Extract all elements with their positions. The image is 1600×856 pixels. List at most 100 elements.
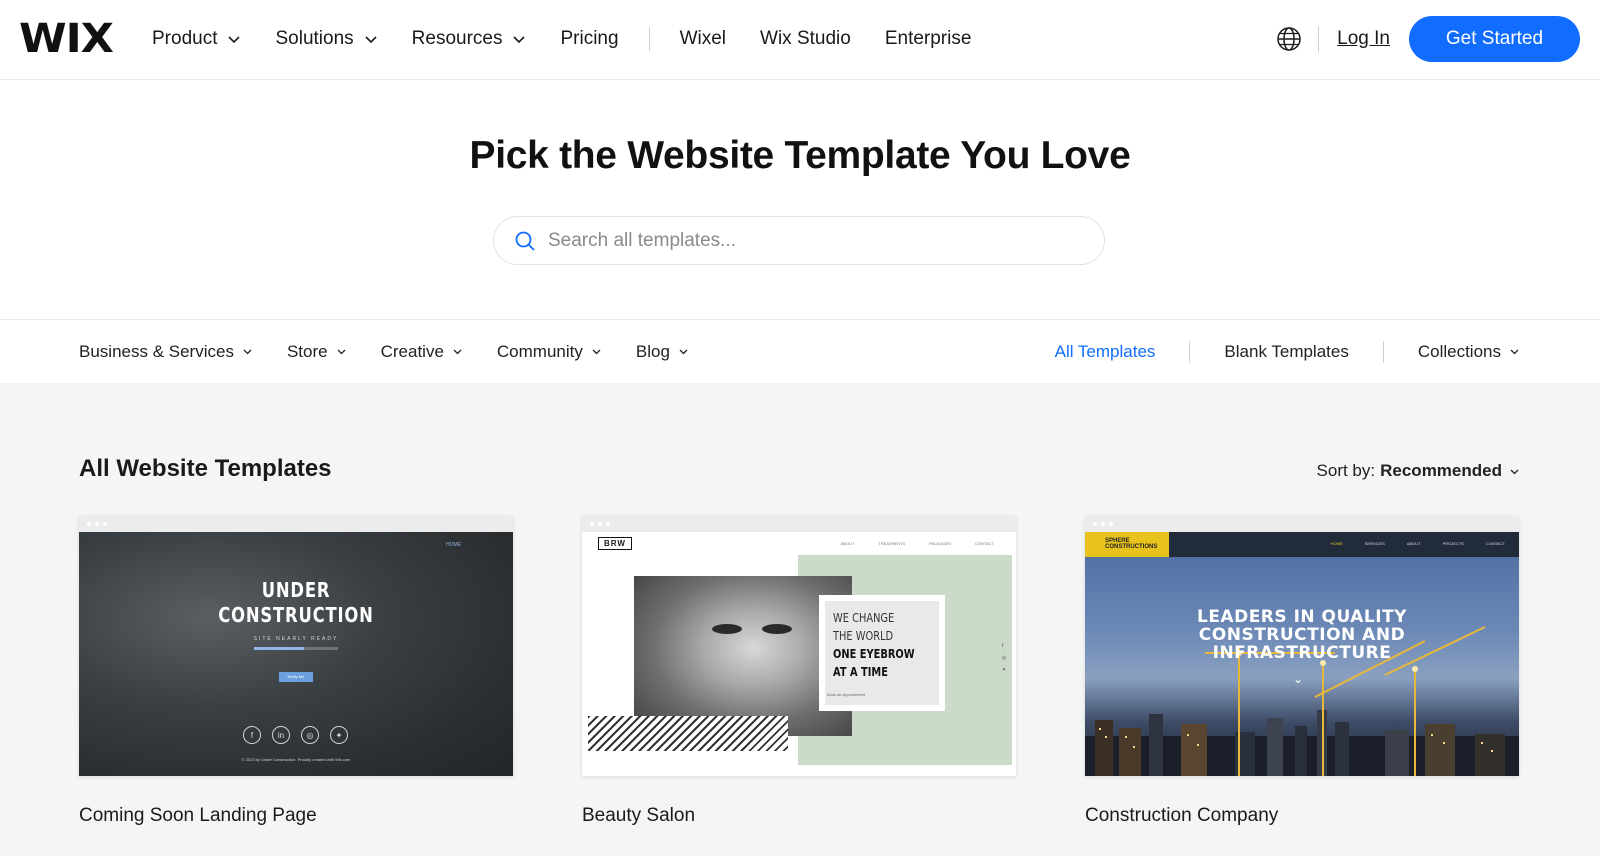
- template-thumbnail[interactable]: SPHERE CONSTRUCTIONS HOME SERVICES ABOUT…: [1085, 516, 1519, 776]
- preview-nav-item: ABOUT: [840, 541, 855, 546]
- preview-nav-item: PROJECTS: [1442, 541, 1464, 546]
- chevron-down-icon: [243, 349, 252, 355]
- category-community[interactable]: Community: [497, 342, 602, 362]
- template-card[interactable]: BRW ABOUT TREATMENTS PACKAGES CONTACT WE…: [582, 516, 1016, 827]
- category-label: Creative: [380, 341, 444, 361]
- preview-button: Notify Me: [279, 672, 313, 682]
- template-thumbnail[interactable]: HOME UNDER CONSTRUCTION SITE NEARLY READ…: [79, 516, 513, 776]
- get-started-button[interactable]: Get Started: [1409, 16, 1580, 62]
- instagram-icon: ◎: [301, 726, 319, 744]
- preview-nav-item: TREATMENTS: [878, 541, 906, 546]
- preview-nav: ABOUT TREATMENTS PACKAGES CONTACT: [817, 541, 994, 546]
- preview-title: LEADERS IN QUALITY CONSTRUCTION AND INFR…: [1085, 608, 1519, 662]
- under-construction-preview: HOME UNDER CONSTRUCTION SITE NEARLY READ…: [79, 532, 513, 776]
- nav-wixel[interactable]: Wixel: [680, 28, 726, 50]
- preview-subtitle: SITE NEARLY READY: [253, 636, 339, 642]
- chevron-down-icon: [1510, 469, 1519, 474]
- nav-solutions[interactable]: Solutions: [275, 28, 377, 50]
- login-link[interactable]: Log In: [1337, 28, 1390, 50]
- preview-title-line: CONSTRUCTION: [218, 603, 374, 627]
- collections-label: Collections: [1417, 341, 1501, 361]
- preview-line: THE WORLD: [833, 629, 894, 643]
- template-card[interactable]: HOME UNDER CONSTRUCTION SITE NEARLY READ…: [79, 516, 513, 827]
- nav-divider: [648, 27, 650, 51]
- preview-title-line: INFRASTRUCTURE: [1212, 643, 1392, 663]
- nav-product[interactable]: Product: [152, 28, 241, 50]
- preview-line: AT A TIME: [833, 665, 888, 679]
- sort-dropdown[interactable]: Sort by: Recommended: [1317, 461, 1520, 481]
- template-card[interactable]: SPHERE CONSTRUCTIONS HOME SERVICES ABOUT…: [1085, 516, 1519, 827]
- preview-nav-item: PACKAGES: [929, 541, 951, 546]
- preview-hatch-pattern: [588, 716, 788, 751]
- template-name[interactable]: Construction Company: [1085, 805, 1519, 827]
- template-thumbnail[interactable]: BRW ABOUT TREATMENTS PACKAGES CONTACT WE…: [582, 516, 1016, 776]
- template-gallery: All Website Templates Sort by: Recommend…: [0, 383, 1600, 856]
- nav-resources[interactable]: Resources: [412, 28, 527, 50]
- preview-line: ONE EYEBROW: [833, 647, 915, 661]
- sort-label: Sort by:: [1316, 461, 1376, 480]
- preview-logo-line: CONSTRUCTIONS: [1105, 544, 1158, 550]
- page-title: Pick the Website Template You Love: [469, 134, 1131, 177]
- beauty-salon-preview: BRW ABOUT TREATMENTS PACKAGES CONTACT WE…: [582, 532, 1016, 776]
- preview-nav-item: CONTACT: [1485, 541, 1505, 546]
- category-business-services[interactable]: Business & Services: [79, 342, 253, 362]
- preview-title-line: UNDER: [261, 578, 331, 602]
- category-bar: Business & Services Store Creative Commu…: [0, 319, 1600, 383]
- nav-enterprise[interactable]: Enterprise: [885, 28, 972, 50]
- category-label: Store: [286, 341, 328, 361]
- preview-title-line: CONSTRUCTION AND: [1198, 625, 1406, 645]
- browser-bar: [1085, 516, 1519, 532]
- category-creative[interactable]: Creative: [381, 342, 463, 362]
- tab-divider: [1382, 340, 1384, 363]
- tab-divider: [1189, 340, 1191, 363]
- tab-collections[interactable]: Collections: [1418, 342, 1520, 362]
- header-actions: Log In Get Started: [1276, 0, 1580, 78]
- preview-title-line: LEADERS IN QUALITY: [1196, 607, 1407, 627]
- sort-value: Recommended: [1380, 461, 1502, 480]
- nav-pricing[interactable]: Pricing: [560, 28, 618, 50]
- preview-title: UNDER CONSTRUCTION: [118, 578, 474, 628]
- preview-progress-bar: [254, 647, 338, 650]
- preview-nav: HOME SERVICES ABOUT PROJECTS CONTACT: [1309, 541, 1505, 546]
- chevron-down-icon: [1510, 349, 1519, 355]
- chevron-down-icon: [337, 349, 346, 355]
- nav-wix-studio[interactable]: Wix Studio: [760, 28, 851, 50]
- chevron-down-icon: [365, 36, 377, 44]
- template-filter-tabs: All Templates Blank Templates Collection…: [1055, 320, 1520, 383]
- preview-navbar: SPHERE CONSTRUCTIONS HOME SERVICES ABOUT…: [1085, 532, 1519, 557]
- chevron-down-icon: [453, 349, 462, 355]
- category-blog[interactable]: Blog: [636, 342, 689, 362]
- twitter-icon: ✦: [330, 726, 348, 744]
- template-search[interactable]: [493, 216, 1105, 265]
- preview-nav: HOME: [446, 542, 461, 548]
- nav-resources-label: Resources: [411, 28, 503, 49]
- globe-icon[interactable]: [1276, 26, 1302, 52]
- chevron-down-icon: [513, 36, 526, 44]
- chevron-down-icon: [592, 349, 601, 355]
- wix-logo[interactable]: WIX: [19, 17, 114, 61]
- chevron-down-icon: [679, 349, 688, 355]
- browser-bar: [582, 516, 1016, 532]
- template-name[interactable]: Coming Soon Landing Page: [79, 805, 513, 827]
- category-label: Business & Services: [79, 341, 234, 361]
- header-divider: [1318, 26, 1320, 52]
- template-name[interactable]: Beauty Salon: [582, 805, 1016, 827]
- category-label: Blog: [635, 341, 670, 361]
- search-input[interactable]: [548, 229, 1068, 252]
- tab-blank-templates[interactable]: Blank Templates: [1224, 342, 1348, 362]
- preview-line: WE CHANGE: [833, 611, 895, 625]
- preview-nav-item: ABOUT: [1406, 541, 1421, 546]
- nav-product-label: Product: [152, 28, 218, 49]
- linkedin-icon: in: [272, 726, 290, 744]
- top-header: WIX Product Solutions Resources Pricing …: [0, 0, 1600, 80]
- chevron-down-icon: ⌄: [1293, 672, 1304, 686]
- tab-all-templates[interactable]: All Templates: [1055, 342, 1156, 362]
- gallery-title: All Website Templates: [79, 455, 332, 482]
- preview-logo: BRW: [598, 537, 632, 550]
- preview-nav-item: HOME: [1330, 541, 1343, 546]
- category-menu: Business & Services Store Creative Commu…: [79, 320, 723, 383]
- category-store[interactable]: Store: [287, 342, 347, 362]
- facebook-icon: f: [243, 726, 261, 744]
- preview-social-icons: f in ◎ ✦: [243, 726, 359, 744]
- preview-logo: SPHERE CONSTRUCTIONS: [1085, 532, 1169, 557]
